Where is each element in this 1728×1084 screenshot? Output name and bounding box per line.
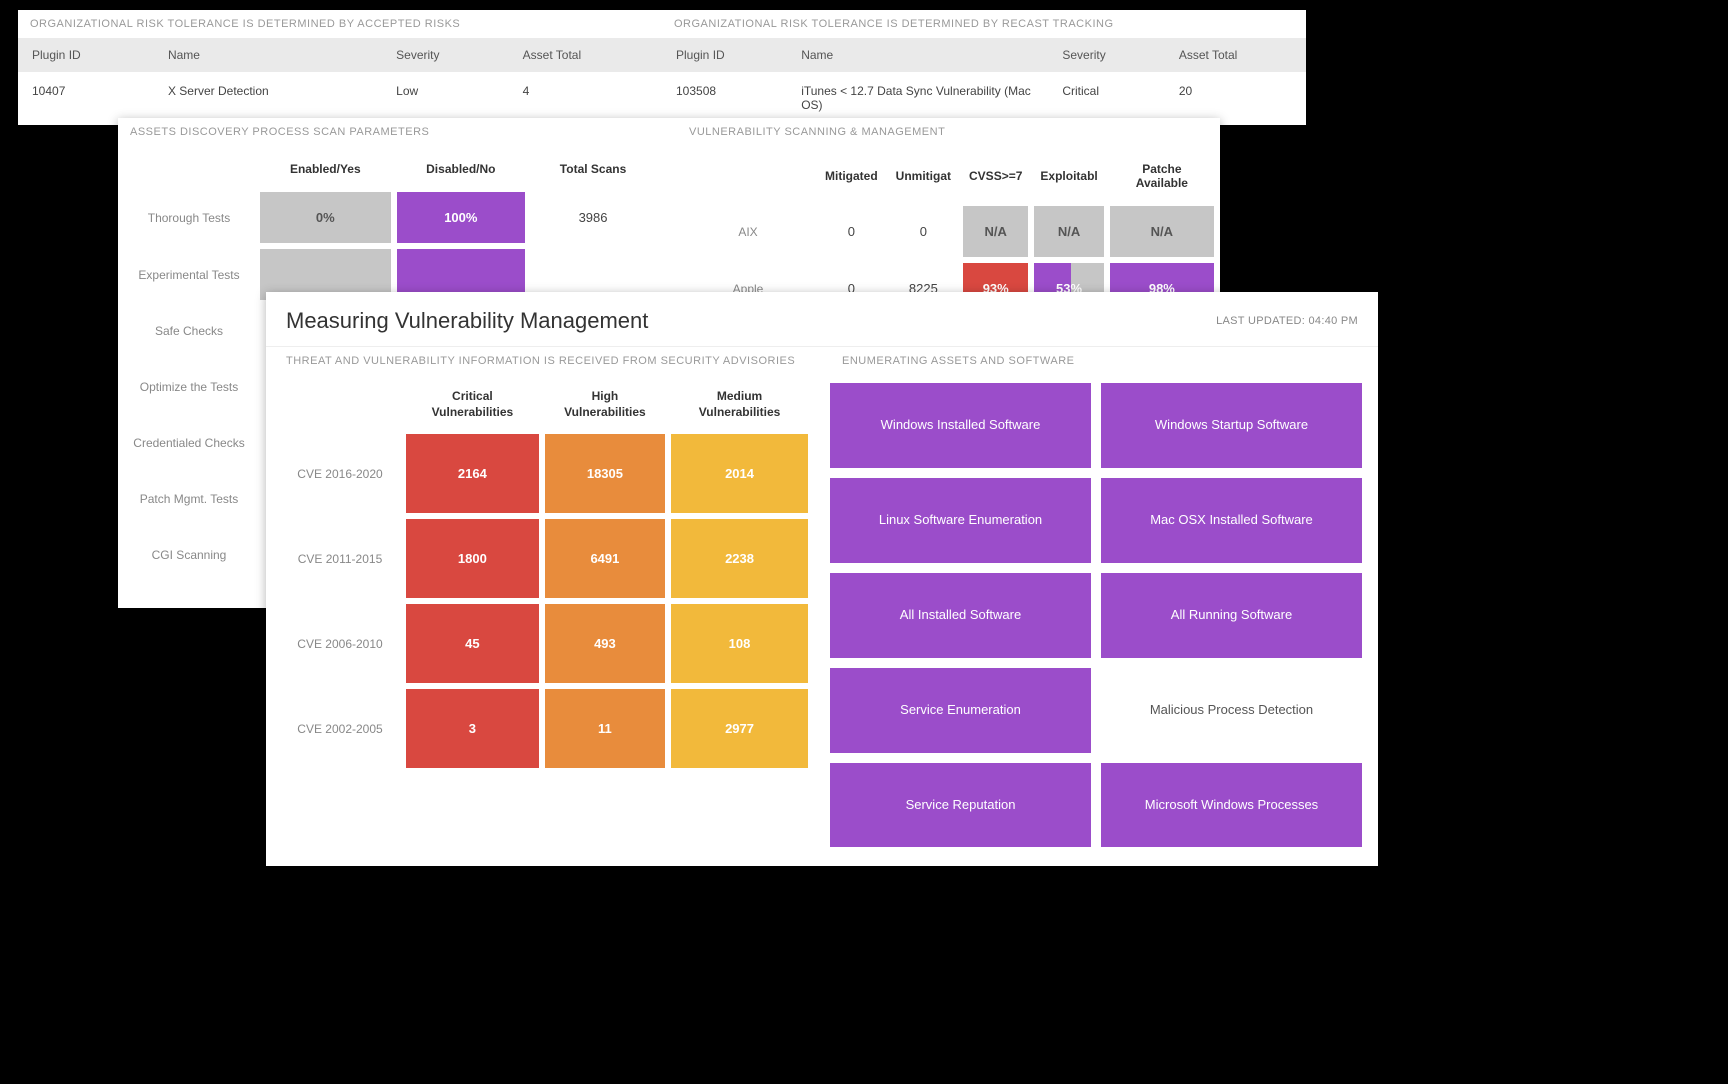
row-thorough-tests: Thorough Tests [124, 192, 254, 243]
cell-unmitigated: 0 [890, 206, 957, 257]
row-cgi-scanning: CGI Scanning [124, 530, 254, 580]
row-cve-2016-2020: CVE 2016-2020 [280, 434, 400, 513]
vuln-scanning-title: VULNERABILITY SCANNING & MANAGEMENT [677, 118, 1220, 146]
tile-service-reputation[interactable]: Service Reputation [830, 763, 1091, 848]
cell-severity: Critical [1048, 72, 1164, 124]
col-high-vulns: High Vulnerabilities [545, 381, 665, 428]
table-row: CVE 2016-2020 2164 18305 2014 [280, 434, 808, 513]
table-row: AIX 0 0 N/A N/A N/A [683, 206, 1214, 257]
cell-medium[interactable]: 2977 [671, 689, 808, 768]
cell-name: X Server Detection [154, 72, 382, 110]
col-exploitable: Exploitabl [1034, 152, 1103, 200]
col-patches: Patche Available [1110, 152, 1214, 200]
row-aix: AIX [683, 206, 813, 257]
tile-malicious-process-detection[interactable]: Malicious Process Detection [1101, 668, 1362, 753]
accepted-risks-title: ORGANIZATIONAL RISK TOLERANCE IS DETERMI… [18, 10, 662, 38]
row-optimize-tests: Optimize the Tests [124, 362, 254, 412]
tile-windows-startup-software[interactable]: Windows Startup Software [1101, 383, 1362, 468]
col-severity[interactable]: Severity [1048, 38, 1164, 72]
col-name[interactable]: Name [787, 38, 1048, 72]
assets-discovery-title: ASSETS DISCOVERY PROCESS SCAN PARAMETERS [118, 118, 661, 146]
cell-critical[interactable]: 3 [406, 689, 539, 768]
tile-all-installed-software[interactable]: All Installed Software [830, 573, 1091, 658]
enumerating-assets-section: ENUMERATING ASSETS AND SOFTWARE Windows … [830, 347, 1370, 847]
tile-linux-software-enumeration[interactable]: Linux Software Enumeration [830, 478, 1091, 563]
cell-medium[interactable]: 2238 [671, 519, 808, 598]
panel-risk-tolerance: ORGANIZATIONAL RISK TOLERANCE IS DETERMI… [18, 10, 1306, 125]
cell-patches[interactable]: N/A [1110, 206, 1214, 257]
page-title: Measuring Vulnerability Management [286, 308, 648, 334]
tile-all-running-software[interactable]: All Running Software [1101, 573, 1362, 658]
cell-high[interactable]: 6491 [545, 519, 665, 598]
tile-windows-installed-software[interactable]: Windows Installed Software [830, 383, 1091, 468]
recast-tracking-title: ORGANIZATIONAL RISK TOLERANCE IS DETERMI… [662, 10, 1306, 38]
cell-high[interactable]: 11 [545, 689, 665, 768]
col-total-scans: Total Scans [531, 152, 655, 186]
col-disabled: Disabled/No [397, 152, 525, 186]
table-row[interactable]: 10407 X Server Detection Low 4 [18, 72, 662, 110]
last-updated-label: LAST UPDATED: 04:40 PM [1216, 315, 1358, 327]
enumerating-assets-title: ENUMERATING ASSETS AND SOFTWARE [830, 347, 1370, 375]
col-asset-total[interactable]: Asset Total [509, 38, 662, 72]
col-mitigated: Mitigated [819, 152, 884, 200]
col-enabled: Enabled/Yes [260, 152, 391, 186]
tile-service-enumeration[interactable]: Service Enumeration [830, 668, 1091, 753]
cell-mitigated: 0 [819, 206, 884, 257]
tile-mac-osx-installed-software[interactable]: Mac OSX Installed Software [1101, 478, 1362, 563]
cell-disabled[interactable]: 100% [397, 192, 525, 243]
row-cve-2006-2010: CVE 2006-2010 [280, 604, 400, 683]
cell-name: iTunes < 12.7 Data Sync Vulnerability (M… [787, 72, 1048, 124]
cell-severity: Low [382, 72, 509, 110]
cell-high[interactable]: 493 [545, 604, 665, 683]
row-cve-2011-2015: CVE 2011-2015 [280, 519, 400, 598]
col-severity[interactable]: Severity [382, 38, 509, 72]
col-unmitigated: Unmitigat [890, 152, 957, 200]
table-row: CVE 2006-2010 45 493 108 [280, 604, 808, 683]
cell-plugin-id: 10407 [18, 72, 154, 110]
cell-exploitable[interactable]: N/A [1034, 206, 1103, 257]
cell-critical[interactable]: 2164 [406, 434, 539, 513]
cell-high[interactable]: 18305 [545, 434, 665, 513]
table-row: CVE 2002-2005 3 11 2977 [280, 689, 808, 768]
cell-asset-total: 4 [509, 72, 662, 110]
cell-enabled[interactable]: 0% [260, 192, 391, 243]
row-credentialed-checks: Credentialed Checks [124, 418, 254, 468]
row-safe-checks: Safe Checks [124, 306, 254, 356]
col-critical-vulns: Critical Vulnerabilities [406, 381, 539, 428]
col-medium-vulns: Medium Vulnerabilities [671, 381, 808, 428]
cell-medium[interactable]: 2014 [671, 434, 808, 513]
row-experimental-tests: Experimental Tests [124, 249, 254, 300]
table-row: CVE 2011-2015 1800 6491 2238 [280, 519, 808, 598]
panel-measuring-vulnerability: Measuring Vulnerability Management LAST … [266, 292, 1378, 866]
col-plugin-id[interactable]: Plugin ID [662, 38, 787, 72]
tile-microsoft-windows-processes[interactable]: Microsoft Windows Processes [1101, 763, 1362, 848]
col-cvss: CVSS>=7 [963, 152, 1028, 200]
accepted-risks-table: ORGANIZATIONAL RISK TOLERANCE IS DETERMI… [18, 10, 662, 124]
recast-tracking-table: ORGANIZATIONAL RISK TOLERANCE IS DETERMI… [662, 10, 1306, 124]
cell-critical[interactable]: 1800 [406, 519, 539, 598]
col-asset-total[interactable]: Asset Total [1165, 38, 1306, 72]
col-name[interactable]: Name [154, 38, 382, 72]
table-row: Thorough Tests 0% 100% 3986 [124, 192, 655, 243]
cell-cvss[interactable]: N/A [963, 206, 1028, 257]
col-plugin-id[interactable]: Plugin ID [18, 38, 154, 72]
row-cve-2002-2005: CVE 2002-2005 [280, 689, 400, 768]
row-patch-mgmt-tests: Patch Mgmt. Tests [124, 474, 254, 524]
threat-info-section: THREAT AND VULNERABILITY INFORMATION IS … [274, 347, 814, 847]
threat-info-title: THREAT AND VULNERABILITY INFORMATION IS … [274, 347, 814, 375]
table-row[interactable]: 103508 iTunes < 12.7 Data Sync Vulnerabi… [662, 72, 1306, 124]
cell-medium[interactable]: 108 [671, 604, 808, 683]
cell-total: 3986 [531, 192, 655, 243]
cell-asset-total: 20 [1165, 72, 1306, 124]
cell-plugin-id: 103508 [662, 72, 787, 124]
cell-critical[interactable]: 45 [406, 604, 539, 683]
